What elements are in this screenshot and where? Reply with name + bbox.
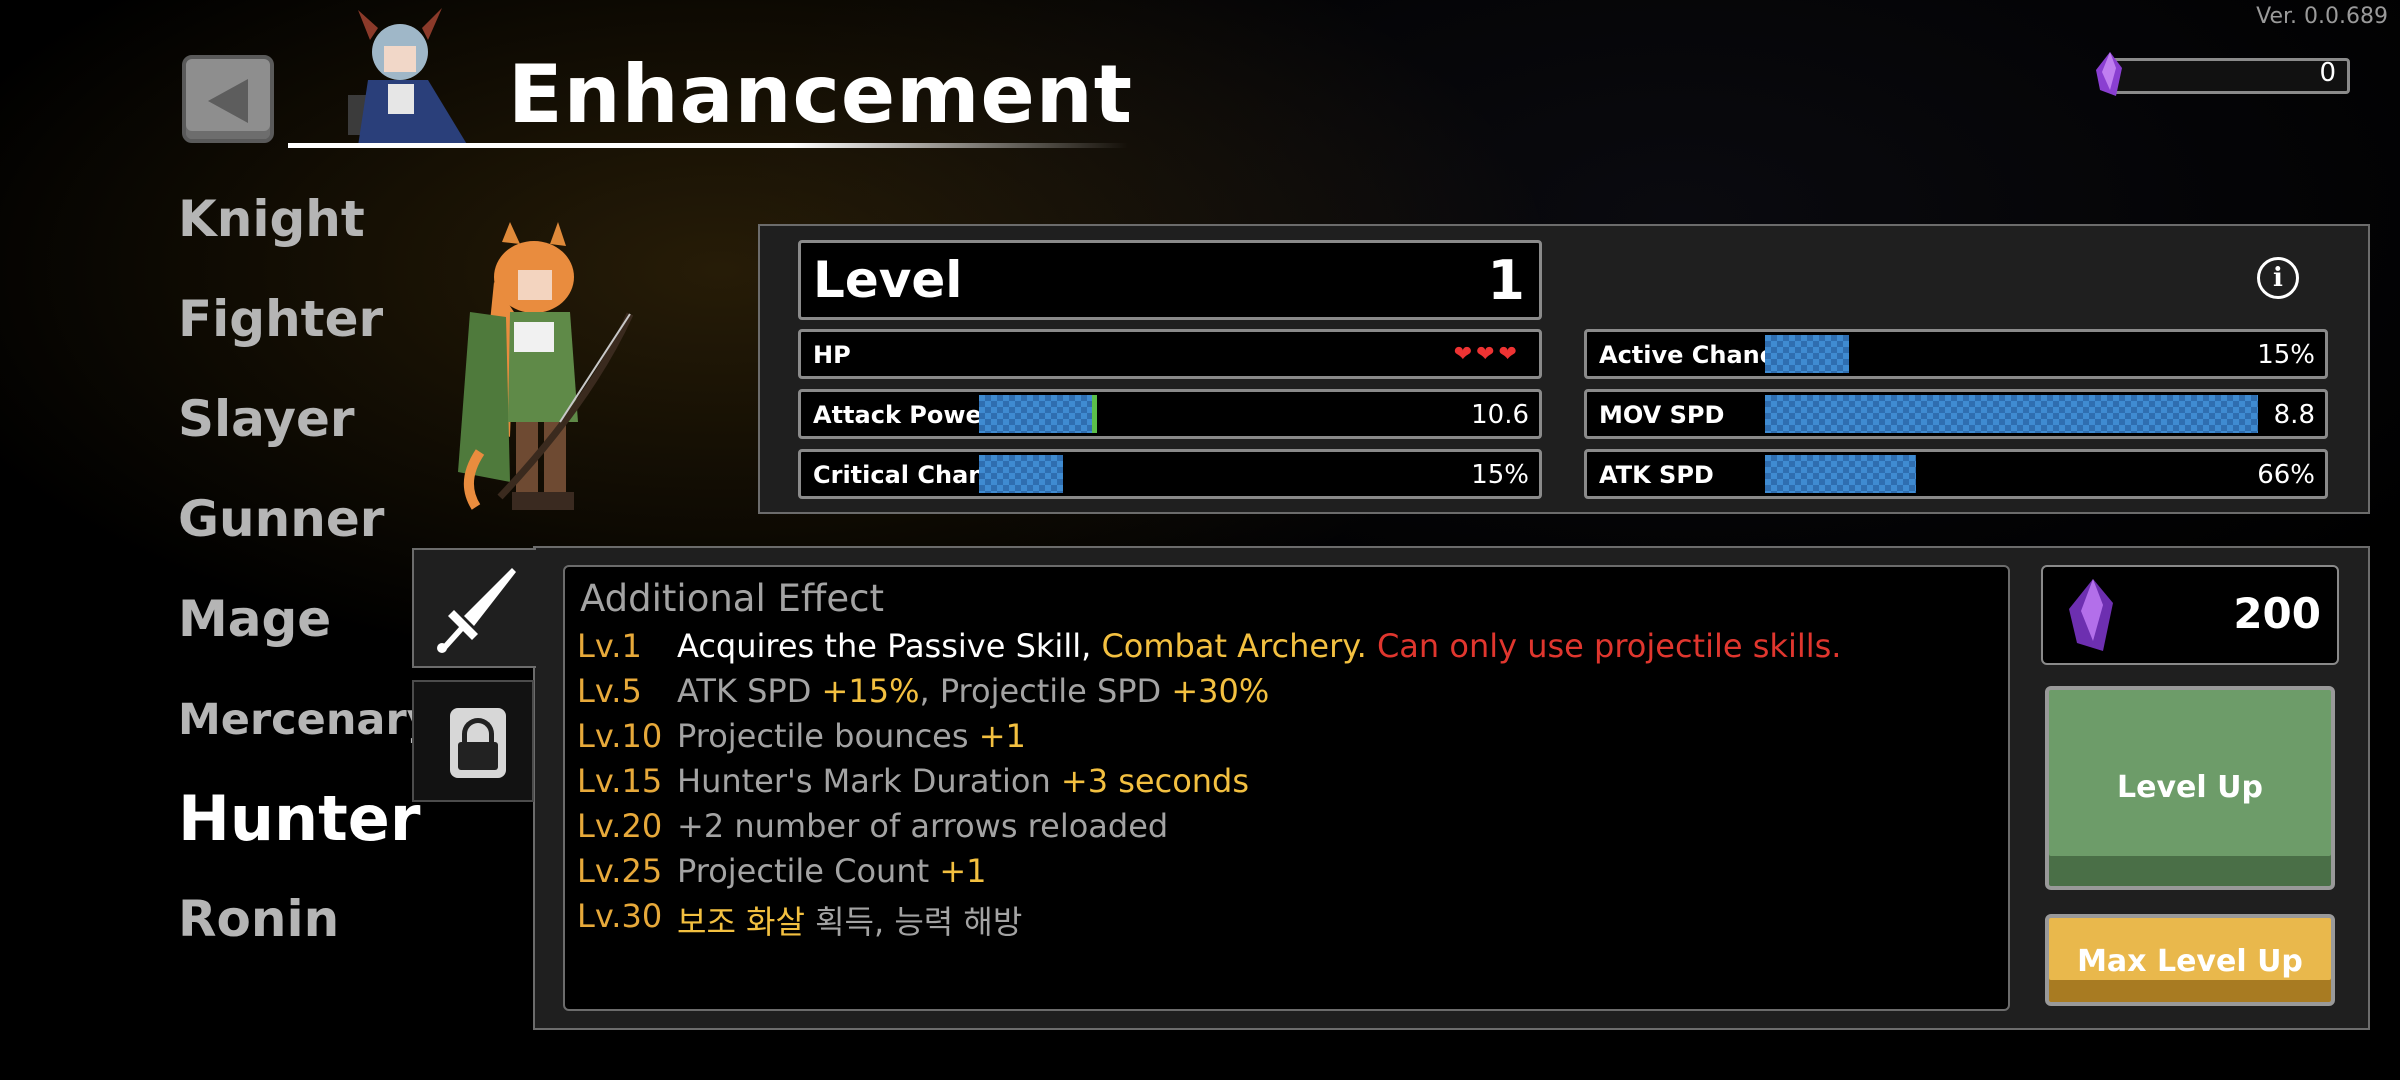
tab-locked[interactable]: [412, 680, 534, 802]
effect-text: Projectile Count +1: [677, 852, 987, 890]
class-item-gunner[interactable]: Gunner: [178, 490, 384, 548]
class-item-fighter[interactable]: Fighter: [178, 290, 383, 348]
stat-active-chance-value: 15%: [2257, 340, 2315, 370]
class-item-ronin[interactable]: Ronin: [178, 890, 339, 948]
gem-currency: 0: [2090, 52, 2350, 96]
effect-level-label: Lv.25: [577, 852, 663, 890]
effect-text-segment: Projectile Count: [677, 852, 940, 890]
effect-text-segment: +3 seconds: [1060, 762, 1250, 800]
mov-spd-track: [1765, 395, 2325, 433]
effect-text-segment: 획득, 능력 해방: [804, 903, 1023, 941]
heart-icon: ❤❤❤: [1453, 342, 1521, 367]
active-chance-fill: [1765, 335, 1849, 373]
page-title: Enhancement: [508, 48, 1133, 141]
upgrade-cost-value: 200: [2233, 589, 2321, 638]
effect-text-segment: 보조 화살: [677, 903, 805, 941]
level-up-button[interactable]: Level Up: [2045, 686, 2335, 890]
additional-effect-title: Additional Effect: [580, 577, 884, 620]
stat-atk-spd-value: 66%: [2257, 460, 2315, 490]
effect-text: Projectile bounces +1: [677, 717, 1026, 755]
currency-bar: [2108, 58, 2350, 94]
stat-critical-chance: Critical Chance 15%: [798, 449, 1542, 499]
level-display: Level 1: [798, 240, 1542, 320]
max-level-up-label: Max Level Up: [2077, 944, 2303, 979]
currency-value: 0: [2319, 58, 2336, 88]
version-label: Ver. 0.0.689: [2256, 4, 2388, 29]
effect-text-segment: +1: [939, 852, 987, 890]
effect-text-segment: +15%: [821, 672, 920, 710]
attack-power-fill: [979, 395, 1097, 433]
class-item-mercenary[interactable]: Mercenary: [178, 695, 435, 745]
effect-level-label: Lv.20: [577, 807, 663, 845]
critical-chance-fill: [979, 455, 1063, 493]
stat-attack-power-label: Attack Power: [813, 401, 994, 429]
stat-active-chance-label: Active Chance: [1599, 341, 1791, 369]
back-button[interactable]: [182, 55, 274, 143]
effect-text-segment: Projectile bounces: [677, 717, 979, 755]
title-underline: [288, 143, 1128, 148]
effect-text: Hunter's Mark Duration +3 seconds: [677, 762, 1249, 800]
max-level-up-button[interactable]: Max Level Up: [2045, 914, 2335, 1006]
active-chance-track: [1765, 335, 2325, 373]
effect-text-segment: Hunter's Mark Duration: [677, 762, 1061, 800]
class-item-slayer[interactable]: Slayer: [178, 390, 355, 448]
effect-text: Acquires the Passive Skill, Combat Arche…: [677, 627, 1841, 665]
atk-spd-track: [1765, 455, 2325, 493]
effect-level-label: Lv.1: [577, 627, 642, 665]
purple-gem-icon: [2096, 52, 2122, 96]
stat-hp-label: HP: [813, 341, 851, 369]
attack-power-track: [979, 395, 1539, 433]
stat-attack-power-value: 10.6: [1471, 400, 1529, 430]
info-icon[interactable]: i: [2257, 257, 2299, 299]
effect-text-segment: Combat Archery.: [1101, 627, 1367, 665]
hunter-character-sprite: [458, 222, 634, 510]
effect-text-segment: , Projectile SPD: [919, 672, 1172, 710]
sword-icon: [437, 568, 516, 653]
effect-text-segment: Can only use projectile skills.: [1366, 627, 1842, 665]
level-label: Level: [813, 251, 963, 309]
stat-mov-spd-value: 8.8: [2273, 400, 2315, 430]
class-item-hunter[interactable]: Hunter: [178, 782, 420, 855]
level-value: 1: [1487, 249, 1525, 312]
effect-text-segment: Acquires the Passive Skill,: [677, 627, 1102, 665]
level-up-label: Level Up: [2117, 770, 2263, 805]
tab-weapon[interactable]: [412, 548, 536, 668]
class-item-mage[interactable]: Mage: [178, 590, 331, 648]
effect-text: +2 number of arrows reloaded: [677, 807, 1168, 845]
effect-text-segment: ATK SPD: [677, 672, 822, 710]
purple-gem-icon: [2069, 579, 2113, 651]
upgrade-cost: 200: [2041, 565, 2339, 665]
effect-text: ATK SPD +15%, Projectile SPD +30%: [677, 672, 1269, 710]
effect-text-segment: +2 number of arrows reloaded: [677, 807, 1169, 845]
stat-atk-spd-label: ATK SPD: [1599, 461, 1714, 489]
effect-level-label: Lv.10: [577, 717, 663, 755]
class-item-knight[interactable]: Knight: [178, 190, 365, 248]
stat-critical-chance-value: 15%: [1471, 460, 1529, 490]
stat-mov-spd-label: MOV SPD: [1599, 401, 1725, 429]
additional-effect-box: Additional Effect Lv.1 Acquires the Passi…: [563, 565, 2010, 1011]
effect-text: 보조 화살 획득, 능력 해방: [677, 897, 1022, 943]
effect-level-label: Lv.15: [577, 762, 663, 800]
stat-attack-power: Attack Power 10.6: [798, 389, 1542, 439]
effect-level-label: Lv.5: [577, 672, 642, 710]
stat-active-chance: Active Chance 15%: [1584, 329, 2328, 379]
critical-chance-track: [979, 455, 1539, 493]
stat-atk-spd: ATK SPD 66%: [1584, 449, 2328, 499]
atk-spd-fill: [1765, 455, 1917, 493]
stat-hp: HP ❤❤❤: [798, 329, 1542, 379]
effect-text-segment: +30%: [1171, 672, 1270, 710]
hero-portrait: [348, 8, 468, 146]
mov-spd-fill: [1765, 395, 2258, 433]
effect-text-segment: +1: [978, 717, 1026, 755]
stat-mov-spd: MOV SPD 8.8: [1584, 389, 2328, 439]
effect-level-label: Lv.30: [577, 897, 663, 935]
lock-icon: [450, 708, 506, 778]
back-arrow-icon: [208, 79, 248, 123]
